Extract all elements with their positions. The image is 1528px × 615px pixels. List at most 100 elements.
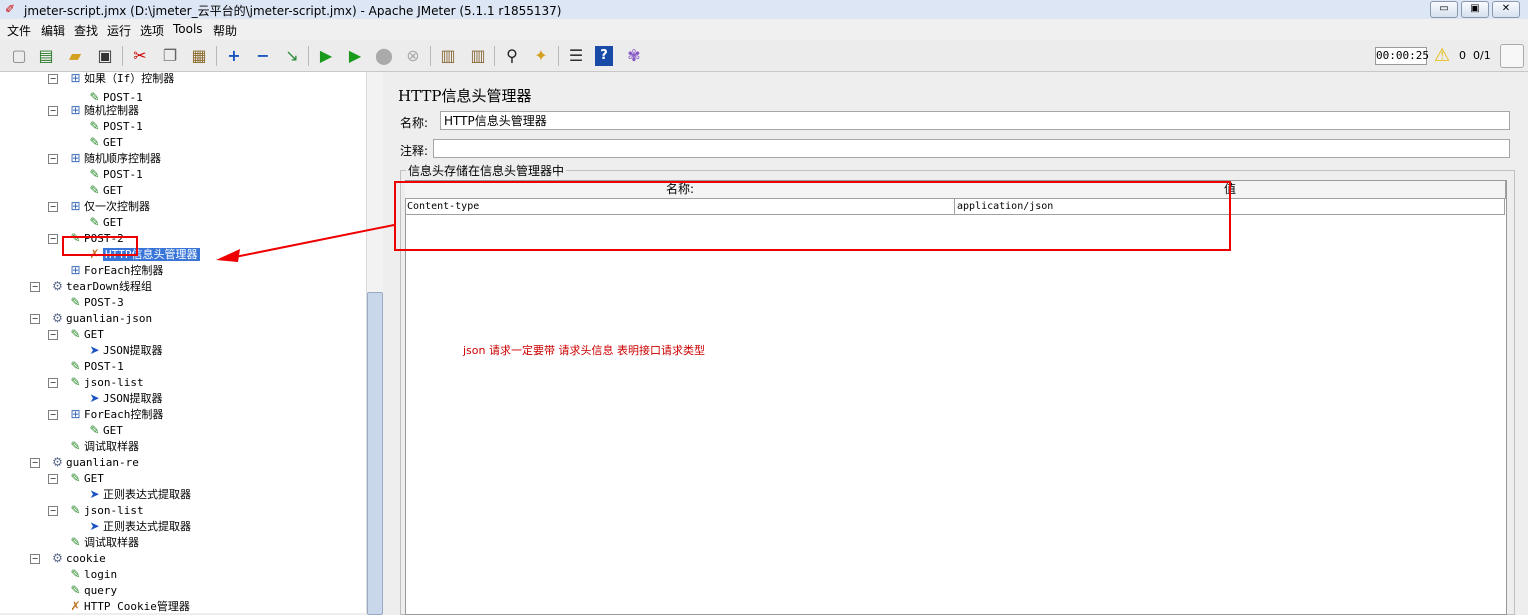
tree-node[interactable]: ⚙ tearDown线程组 [49,278,152,294]
tree-node[interactable]: ✎ 调试取样器 [67,534,139,550]
tree-node[interactable]: ✎ POST-1 [86,166,142,182]
reset-search-icon[interactable]: ✦ [530,45,552,67]
tree-node[interactable]: ✎ POST-1 [67,358,124,374]
menu-file[interactable]: 文件 [7,22,31,39]
tree-node[interactable]: ✎ json-list [67,502,144,518]
tree-node-label: HTTP Cookie管理器 [84,600,190,613]
menu-help[interactable]: 帮助 [213,22,237,39]
new-icon[interactable]: ▢ [8,45,30,67]
tree-collapse-toggle[interactable]: − [48,202,58,212]
name-field[interactable]: HTTP信息头管理器 [440,111,1510,130]
open-icon[interactable]: ▰ [64,45,86,67]
tree-node[interactable]: ✎ query [67,582,117,598]
sampler-icon: ✎ [89,183,100,197]
tree-node[interactable]: ⊞ 随机顺序控制器 [67,150,161,166]
tree-node[interactable]: ➤ 正则表达式提取器 [86,518,191,534]
tree-collapse-toggle[interactable]: − [30,458,40,468]
tree-node-label: GET [103,216,123,229]
tree-node-label: json-list [84,376,144,389]
tree-node[interactable]: ✎ GET [86,134,122,150]
paste-icon[interactable]: ▦ [188,45,210,67]
controller-icon: ⊞ [70,263,81,277]
tree-node[interactable]: ✎ GET [67,326,103,342]
tree-collapse-toggle[interactable]: − [30,282,40,292]
menu-search[interactable]: 查找 [74,22,98,39]
collapse-icon[interactable]: − [252,45,274,67]
tree-node[interactable]: ✗ HTTP Cookie管理器 [67,598,190,613]
stop-icon[interactable]: ⬤ [373,45,395,67]
tree-collapse-toggle[interactable]: − [48,106,58,116]
tree-node-label: json-list [84,504,144,517]
tree-node[interactable]: ✎ POST-3 [67,294,123,310]
tree-collapse-toggle[interactable]: − [48,234,58,244]
tree-node[interactable]: ✎ json-list [67,374,144,390]
tree-node[interactable]: ⊞ 随机控制器 [67,102,139,118]
start-no-pause-icon[interactable]: ▶ [344,45,366,67]
tree-node[interactable]: ⊞ ForEach控制器 [67,262,163,278]
tree-node-label: guanlian-re [66,456,139,469]
sampler-icon: ✎ [89,423,100,437]
expand-icon[interactable]: + [223,45,245,67]
menu-options[interactable]: 选项 [140,22,164,39]
search-icon[interactable]: ⚲ [501,45,523,67]
tree-node[interactable]: ⚙ cookie [49,550,106,566]
sampler-icon: ✎ [70,295,81,309]
tree-node[interactable]: ➤ JSON提取器 [86,342,162,358]
tree-node[interactable]: ⊞ 仅一次控制器 [67,198,150,214]
restore-button[interactable]: ▣ [1461,1,1489,18]
active-threads: 0/1 [1473,49,1491,62]
tree-collapse-toggle[interactable]: − [30,554,40,564]
warning-count: 0 [1459,49,1466,62]
tree-collapse-toggle[interactable]: − [48,410,58,420]
tree-node[interactable]: ✎ GET [86,182,122,198]
tree-node[interactable]: ✎ GET [86,422,122,438]
save-icon[interactable]: ▣ [94,45,116,67]
warning-icon[interactable]: ⚠ [1434,45,1450,66]
tree-node-label: POST-1 [84,360,124,373]
clear-icon[interactable]: ▥ [437,45,459,67]
tree-node[interactable]: ⚙ guanlian-json [49,310,152,326]
tree-node[interactable]: ⚙ guanlian-re [49,454,139,470]
tree-collapse-toggle[interactable]: − [48,154,58,164]
minimize-button[interactable]: ▭ [1430,1,1458,18]
shutdown-icon[interactable]: ⊗ [402,45,424,67]
tree-collapse-toggle[interactable]: − [48,330,58,340]
tree-collapse-toggle[interactable]: − [30,314,40,324]
tree-node[interactable]: ✎ GET [86,214,123,230]
function-helper-icon[interactable]: ☰ [565,45,587,67]
sampler-icon: ✎ [70,567,81,581]
comment-field[interactable] [433,139,1510,158]
sampler-icon: ✎ [70,503,81,517]
tree-node[interactable]: ➤ JSON提取器 [86,390,162,406]
tree-collapse-toggle[interactable]: − [48,506,58,516]
toggle-icon[interactable]: ↘ [281,45,303,67]
tree-node[interactable]: ✎ 调试取样器 [67,438,139,454]
tree-collapse-toggle[interactable]: − [48,378,58,388]
tree-collapse-toggle[interactable]: − [48,74,58,84]
sampler-icon: ✎ [70,375,81,389]
cut-icon[interactable]: ✂ [129,45,151,67]
close-button[interactable]: ✕ [1492,1,1520,18]
tree-node[interactable]: ✎ POST-1 [86,118,142,134]
tree-node-label: query [84,584,118,597]
tree-node[interactable]: ✎ login [67,566,117,582]
copy-icon[interactable]: ❐ [159,45,181,67]
clear-all-icon[interactable]: ▥ [467,45,489,67]
tree-node[interactable]: ⊞ ForEach控制器 [67,406,163,422]
test-plan-tree: ⊞ 如果（If）控制器 − ✎ POST-1 ⊞ 随机控制器 − ✎ POST-1 ✎ GET ⊞ 随机顺… [0,72,383,613]
tree-node[interactable]: ➤ 正则表达式提取器 [86,486,191,502]
panel-title: HTTP信息头管理器 [398,87,532,105]
tree-node[interactable]: ⊞ 如果（If）控制器 [67,72,174,86]
menu-tools[interactable]: Tools [173,22,203,36]
tree-node[interactable]: ✎ GET [67,470,103,486]
menu-edit[interactable]: 编辑 [41,22,65,39]
start-icon[interactable]: ▶ [315,45,337,67]
templates-icon[interactable]: ▤ [35,45,57,67]
tree-scrollbar-thumb[interactable] [367,292,383,615]
tree-node-label: ForEach控制器 [84,264,164,277]
help-icon[interactable]: ? [595,46,613,66]
tree-collapse-toggle[interactable]: − [48,474,58,484]
menu-run[interactable]: 运行 [107,22,131,39]
remote-icon[interactable]: ✾ [623,45,645,67]
controller-icon: ⊞ [70,103,81,117]
